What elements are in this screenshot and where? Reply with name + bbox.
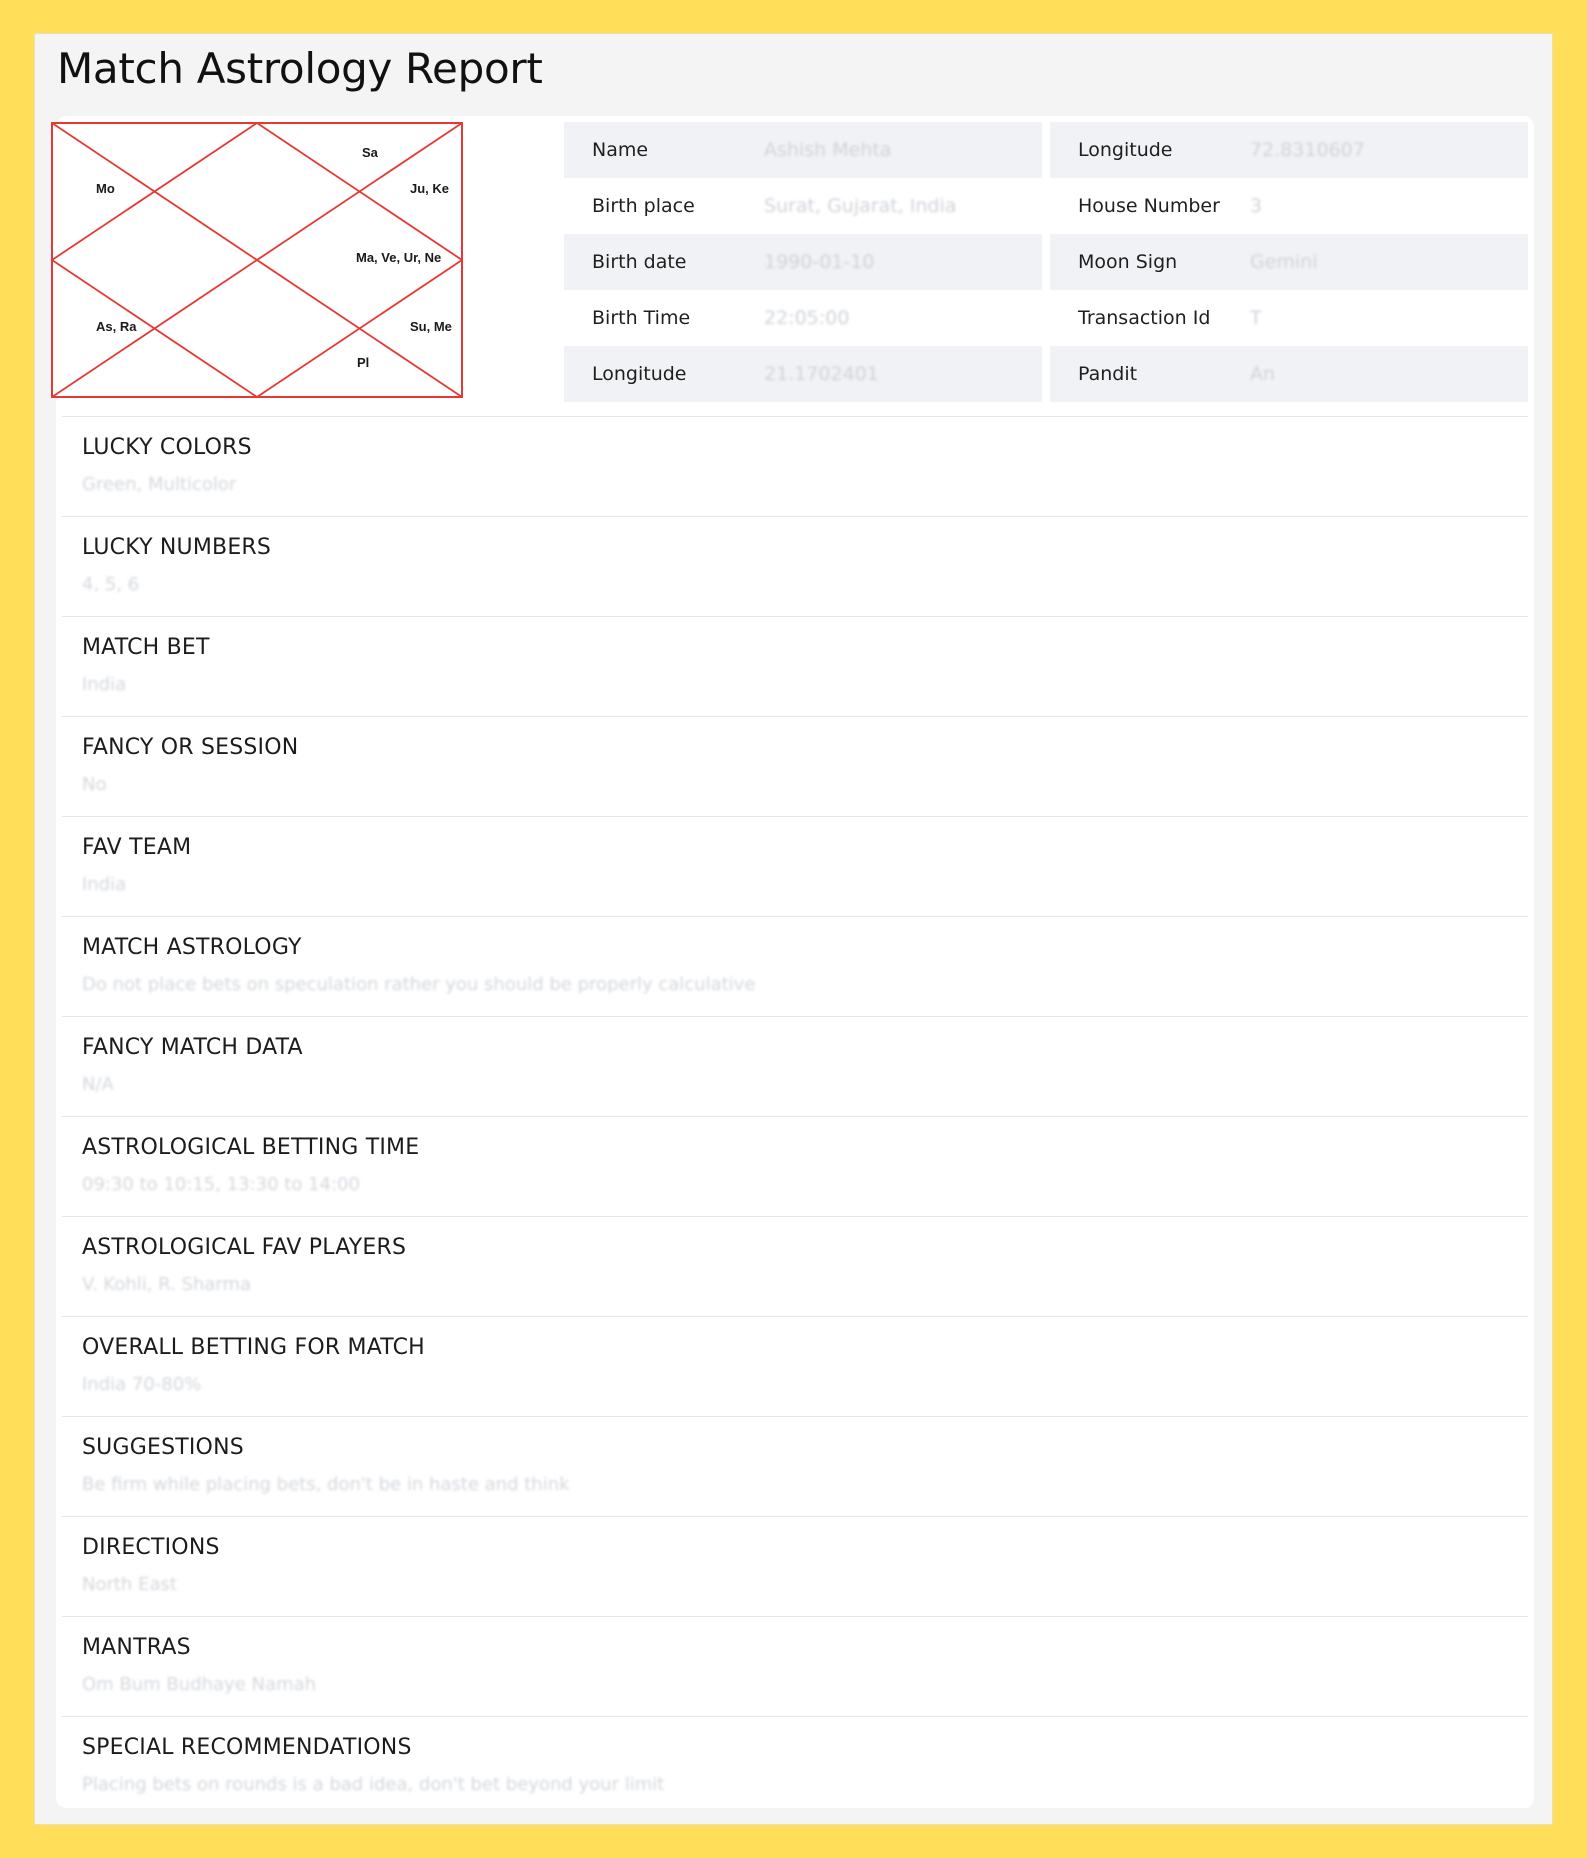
section-overall-betting: OVERALL BETTING FOR MATCH India 70-80% bbox=[62, 1316, 1528, 1416]
detail-row-house-number: House Number 3 bbox=[1050, 178, 1528, 234]
detail-row-latitude: Longitude 21.1702401 bbox=[564, 346, 1042, 402]
section-fav-team: FAV TEAM India bbox=[62, 816, 1528, 916]
section-value: India bbox=[82, 674, 127, 695]
birth-details-table: Name Ashish Mehta Longitude 72.8310607 B… bbox=[564, 122, 1528, 402]
section-match-bet: MATCH BET India bbox=[62, 616, 1528, 716]
kundli-house-2: Mo bbox=[96, 181, 115, 196]
section-value: India bbox=[82, 874, 127, 895]
report-sections: LUCKY COLORS Green, Multicolor LUCKY NUM… bbox=[62, 416, 1528, 1816]
section-title: MATCH ASTROLOGY bbox=[82, 935, 302, 960]
detail-row-birth-place: Birth place Surat, Gujarat, India bbox=[564, 178, 1042, 234]
detail-value: T bbox=[1250, 307, 1262, 329]
section-title: ASTROLOGICAL BETTING TIME bbox=[82, 1135, 420, 1160]
kundli-house-8: Pl bbox=[357, 355, 369, 370]
detail-value: 1990-01-10 bbox=[764, 251, 875, 273]
section-title: DIRECTIONS bbox=[82, 1535, 220, 1560]
detail-label: Birth date bbox=[592, 251, 687, 273]
detail-label: Transaction Id bbox=[1078, 307, 1211, 329]
detail-row-birth-date: Birth date 1990-01-10 bbox=[564, 234, 1042, 290]
section-value: Om Bum Budhaye Namah bbox=[82, 1674, 316, 1695]
detail-label: House Number bbox=[1078, 195, 1220, 217]
section-title: LUCKY COLORS bbox=[82, 435, 252, 460]
kundli-house-10: Ma, Ve, Ur, Ne bbox=[356, 250, 441, 265]
section-value: India 70-80% bbox=[82, 1374, 202, 1395]
detail-label: Name bbox=[592, 139, 649, 161]
section-fancy-or-session: FANCY OR SESSION No bbox=[62, 716, 1528, 816]
section-title: LUCKY NUMBERS bbox=[82, 535, 272, 560]
section-value: 09:30 to 10:15, 13:30 to 14:00 bbox=[82, 1174, 360, 1195]
detail-value: Surat, Gujarat, India bbox=[764, 195, 957, 217]
kundli-chart: Sa Mo Ju, Ke Ma, Ve, Ur, Ne As, Ra Su, M… bbox=[51, 122, 463, 398]
section-title: FANCY MATCH DATA bbox=[82, 1035, 303, 1060]
section-value: N/A bbox=[82, 1074, 114, 1095]
section-title: OVERALL BETTING FOR MATCH bbox=[82, 1335, 425, 1360]
section-value: 4, 5, 6 bbox=[82, 574, 140, 595]
detail-label: Birth place bbox=[592, 195, 695, 217]
section-value: Green, Multicolor bbox=[82, 474, 237, 495]
detail-value: 3 bbox=[1250, 195, 1263, 217]
detail-value: Gemini bbox=[1250, 251, 1318, 273]
section-fancy-match-data: FANCY MATCH DATA N/A bbox=[62, 1016, 1528, 1116]
kundli-house-9: Su, Me bbox=[410, 319, 452, 334]
section-suggestions: SUGGESTIONS Be firm while placing bets, … bbox=[62, 1416, 1528, 1516]
section-title: FANCY OR SESSION bbox=[82, 735, 299, 760]
detail-row-pandit: Pandit An bbox=[1050, 346, 1528, 402]
page-title: Match Astrology Report bbox=[57, 44, 543, 93]
kundli-house-4: As, Ra bbox=[96, 319, 137, 334]
detail-row-longitude: Longitude 72.8310607 bbox=[1050, 122, 1528, 178]
section-title: SPECIAL RECOMMENDATIONS bbox=[82, 1735, 412, 1760]
section-astrological-fav-players: ASTROLOGICAL FAV PLAYERS V. Kohli, R. Sh… bbox=[62, 1216, 1528, 1316]
section-value: Placing bets on rounds is a bad idea, do… bbox=[82, 1774, 665, 1795]
detail-label: Longitude bbox=[1078, 139, 1173, 161]
detail-label: Moon Sign bbox=[1078, 251, 1178, 273]
section-value: North East bbox=[82, 1574, 177, 1595]
detail-value: An bbox=[1250, 363, 1276, 385]
section-mantras: MANTRAS Om Bum Budhaye Namah bbox=[62, 1616, 1528, 1716]
section-value: No bbox=[82, 774, 107, 795]
detail-value: 21.1702401 bbox=[764, 363, 879, 385]
detail-row-birth-time: Birth Time 22:05:00 bbox=[564, 290, 1042, 346]
section-lucky-numbers: LUCKY NUMBERS 4, 5, 6 bbox=[62, 516, 1528, 616]
kundli-house-11: Ju, Ke bbox=[410, 181, 449, 196]
detail-value: 72.8310607 bbox=[1250, 139, 1365, 161]
section-lucky-colors: LUCKY COLORS Green, Multicolor bbox=[62, 416, 1528, 516]
section-value: Do not place bets on speculation rather … bbox=[82, 974, 756, 995]
detail-value: Ashish Mehta bbox=[764, 139, 892, 161]
detail-row-transaction-id: Transaction Id T bbox=[1050, 290, 1528, 346]
section-value: V. Kohli, R. Sharma bbox=[82, 1274, 252, 1295]
detail-row-moon-sign: Moon Sign Gemini bbox=[1050, 234, 1528, 290]
section-directions: DIRECTIONS North East bbox=[62, 1516, 1528, 1616]
section-match-astrology: MATCH ASTROLOGY Do not place bets on spe… bbox=[62, 916, 1528, 1016]
section-title: MATCH BET bbox=[82, 635, 210, 660]
section-title: FAV TEAM bbox=[82, 835, 192, 860]
detail-label: Pandit bbox=[1078, 363, 1138, 385]
section-astrological-betting-time: ASTROLOGICAL BETTING TIME 09:30 to 10:15… bbox=[62, 1116, 1528, 1216]
kundli-house-12: Sa bbox=[362, 145, 379, 160]
section-title: ASTROLOGICAL FAV PLAYERS bbox=[82, 1235, 407, 1260]
detail-label: Birth Time bbox=[592, 307, 691, 329]
detail-value: 22:05:00 bbox=[764, 307, 850, 329]
detail-label: Longitude bbox=[592, 363, 687, 385]
section-title: MANTRAS bbox=[82, 1635, 191, 1660]
section-special-recommendations: SPECIAL RECOMMENDATIONS Placing bets on … bbox=[62, 1716, 1528, 1816]
section-value: Be firm while placing bets, don't be in … bbox=[82, 1474, 570, 1495]
section-title: SUGGESTIONS bbox=[82, 1435, 244, 1460]
detail-row-name: Name Ashish Mehta bbox=[564, 122, 1042, 178]
